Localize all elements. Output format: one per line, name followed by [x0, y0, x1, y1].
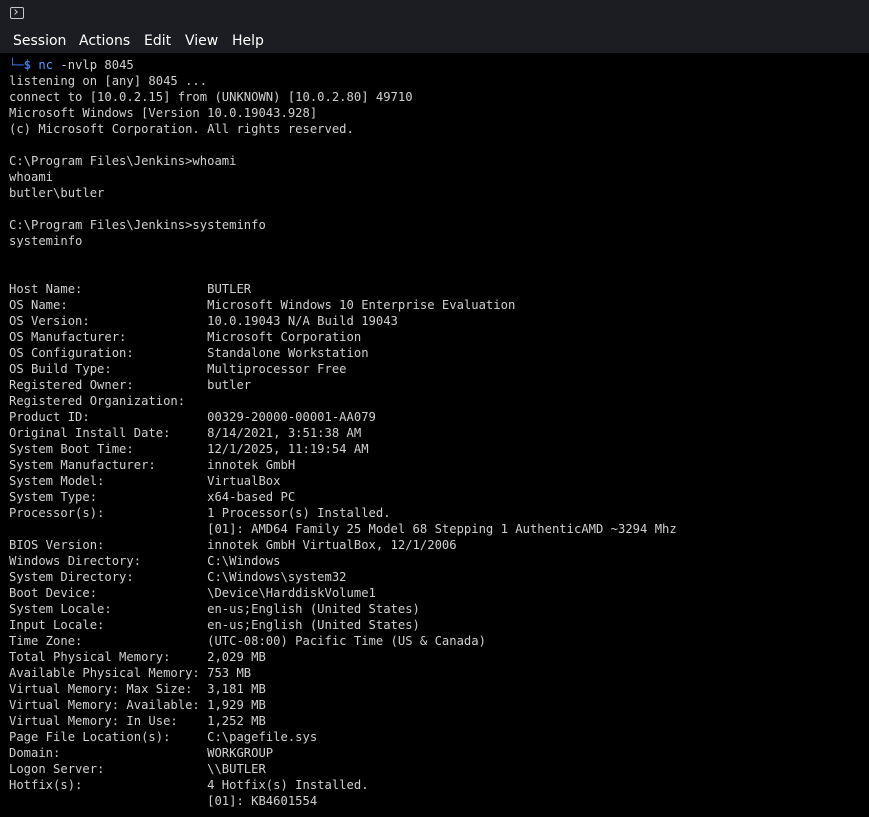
output-line: Total Physical Memory: 2,029 MB: [9, 650, 266, 664]
output-line: systeminfo: [9, 234, 83, 248]
output-line: Host Name: BUTLER: [9, 282, 252, 296]
output-line: OS Build Type: Multiprocessor Free: [9, 362, 347, 376]
menu-bar: Session Actions Edit View Help: [0, 29, 869, 53]
output-line: [01]: AMD64 Family 25 Model 68 Stepping …: [9, 522, 677, 536]
menu-help[interactable]: Help: [232, 32, 264, 50]
output-line: Registered Owner: butler: [9, 378, 252, 392]
prompt-dollar: $: [23, 58, 32, 72]
terminal-output[interactable]: └─$ nc -nvlp 8045 listening on [any] 804…: [0, 53, 869, 817]
menu-view[interactable]: View: [185, 32, 218, 50]
menu-session[interactable]: Session: [13, 32, 66, 50]
output-line: Input Locale: en-us;English (United Stat…: [9, 618, 420, 632]
output-line: butler\butler: [9, 186, 105, 200]
output-line: [01]: KB4601554: [9, 794, 318, 808]
prompt-args: -nvlp 8045: [53, 58, 134, 72]
output-line: System Directory: C:\Windows\system32: [9, 570, 347, 584]
menu-edit[interactable]: Edit: [144, 32, 171, 50]
output-line: Registered Organization:: [9, 394, 186, 408]
output-line: System Model: VirtualBox: [9, 474, 281, 488]
output-line: Time Zone: (UTC-08:00) Pacific Time (US …: [9, 634, 486, 648]
output-line: Virtual Memory: In Use: 1,252 MB: [9, 714, 266, 728]
output-line: Microsoft Windows [Version 10.0.19043.92…: [9, 106, 318, 120]
prompt-command: nc: [38, 58, 54, 72]
terminal-icon[interactable]: [10, 7, 24, 19]
output-line: Hotfix(s): 4 Hotfix(s) Installed.: [9, 778, 369, 792]
output-line: Logon Server: \\BUTLER: [9, 762, 266, 776]
prompt-line: └─$ nc -nvlp 8045: [9, 57, 134, 73]
output-line: OS Manufacturer: Microsoft Corporation: [9, 330, 362, 344]
title-bar: [0, 0, 869, 29]
output-line: Available Physical Memory: 753 MB: [9, 666, 252, 680]
output-line: Page File Location(s): C:\pagefile.sys: [9, 730, 318, 744]
output-line: Processor(s): 1 Processor(s) Installed.: [9, 506, 391, 520]
output-line: System Manufacturer: innotek GmbH: [9, 458, 296, 472]
output-line: C:\Program Files\Jenkins>whoami: [9, 154, 237, 168]
output-line: Original Install Date: 8/14/2021, 3:51:3…: [9, 426, 362, 440]
output-line: System Boot Time: 12/1/2025, 11:19:54 AM: [9, 442, 369, 456]
output-line: OS Name: Microsoft Windows 10 Enterprise…: [9, 298, 516, 312]
output-line: whoami: [9, 170, 54, 184]
output-line: BIOS Version: innotek GmbH VirtualBox, 1…: [9, 538, 457, 552]
output-line: Windows Directory: C:\Windows: [9, 554, 281, 568]
prompt-corner: └─: [9, 58, 24, 72]
output-line: Boot Device: \Device\HarddiskVolume1: [9, 586, 376, 600]
output-line: OS Configuration: Standalone Workstation: [9, 346, 369, 360]
output-line: System Type: x64-based PC: [9, 490, 296, 504]
output-line: Virtual Memory: Available: 1,929 MB: [9, 698, 266, 712]
menu-actions[interactable]: Actions: [79, 32, 130, 50]
output-line: Domain: WORKGROUP: [9, 746, 274, 760]
output-line: listening on [any] 8045 ...: [9, 74, 208, 88]
output-line: connect to [10.0.2.15] from (UNKNOWN) [1…: [9, 90, 413, 104]
output-line: System Locale: en-us;English (United Sta…: [9, 602, 420, 616]
output-line: Product ID: 00329-20000-00001-AA079: [9, 410, 376, 424]
output-line: OS Version: 10.0.19043 N/A Build 19043: [9, 314, 398, 328]
output-line: Virtual Memory: Max Size: 3,181 MB: [9, 682, 266, 696]
output-line: (c) Microsoft Corporation. All rights re…: [9, 122, 354, 136]
output-line: C:\Program Files\Jenkins>systeminfo: [9, 218, 266, 232]
